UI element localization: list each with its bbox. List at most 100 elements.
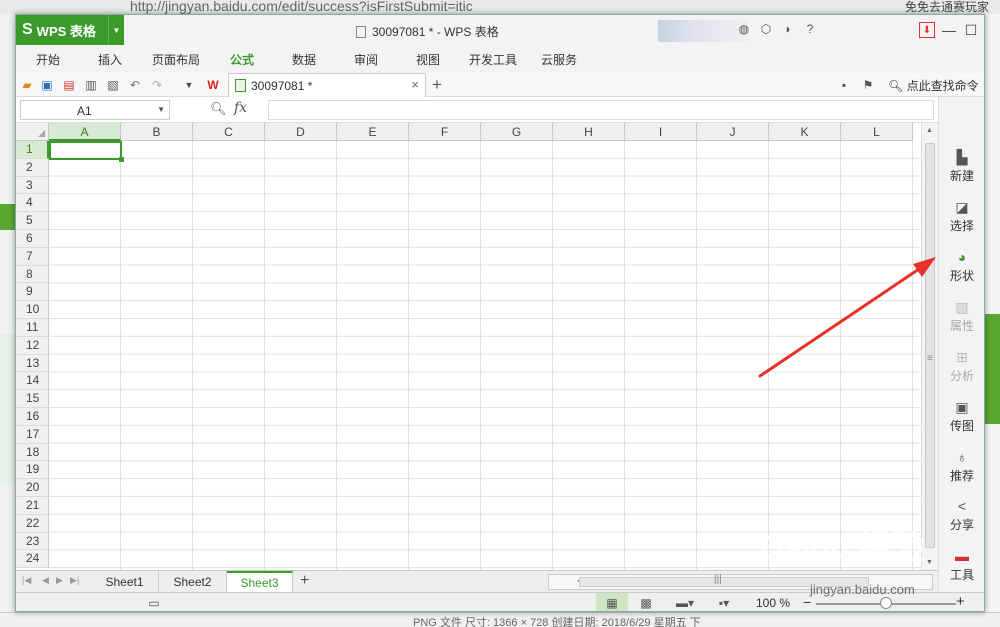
prev-sheet-icon[interactable]: ◀: [42, 575, 49, 586]
print-preview-icon[interactable]: ▧: [105, 77, 121, 93]
vertical-scrollbar[interactable]: ▲ ≡ ▼: [921, 123, 938, 570]
menu-page-layout[interactable]: 页面布局: [152, 51, 200, 68]
find-command-button[interactable]: 🔍︎ 点此查找命令: [888, 77, 979, 94]
row-header-9[interactable]: 9: [16, 283, 49, 302]
panel-image-upload[interactable]: ▣ 传图: [939, 399, 984, 434]
sheet-tab-2[interactable]: Sheet2: [159, 571, 227, 593]
close-tab-icon[interactable]: ×: [411, 77, 419, 92]
column-header-i[interactable]: I: [625, 123, 697, 141]
row-header-6[interactable]: 6: [16, 230, 49, 248]
row-header-23[interactable]: 23: [16, 532, 49, 551]
vertical-scroll-thumb[interactable]: [925, 143, 935, 548]
close-button[interactable]: ✕: [982, 19, 984, 41]
reading-mode-icon[interactable]: ▬▾: [676, 596, 694, 610]
column-header-a[interactable]: A: [49, 123, 121, 141]
menu-data[interactable]: 数据: [292, 51, 316, 68]
row-header-2[interactable]: 2: [16, 158, 49, 177]
panel-tools[interactable]: ▬ 工具: [939, 548, 984, 583]
page-break-view-icon[interactable]: ▩: [638, 596, 654, 610]
select-all-corner[interactable]: [16, 123, 49, 141]
download-icon[interactable]: ⬇: [916, 19, 938, 41]
row-header-24[interactable]: 24: [16, 550, 49, 569]
undo-icon[interactable]: ↶: [127, 77, 143, 93]
new-tab-button[interactable]: +: [432, 75, 442, 95]
skin-icon[interactable]: ◍: [736, 21, 752, 37]
row-header-4[interactable]: 4: [16, 194, 49, 213]
column-header-c[interactable]: C: [193, 123, 265, 141]
first-sheet-icon[interactable]: |◀: [22, 575, 31, 586]
column-header-f[interactable]: F: [409, 123, 481, 141]
panel-select[interactable]: ◪ 选择: [939, 199, 984, 234]
row-header-10[interactable]: 10: [16, 301, 49, 319]
eye-protection-icon[interactable]: ▪▾: [716, 596, 732, 610]
row-header-22[interactable]: 22: [16, 514, 49, 533]
maximize-button[interactable]: ☐: [960, 19, 982, 41]
open-icon[interactable]: ▰: [19, 77, 35, 93]
row-header-15[interactable]: 15: [16, 390, 49, 408]
row-header-5[interactable]: 5: [16, 212, 49, 230]
column-header-g[interactable]: G: [481, 123, 553, 141]
next-sheet-icon[interactable]: ▶: [56, 575, 63, 586]
document-tab[interactable]: 30097081 * ×: [228, 73, 426, 97]
row-header-3[interactable]: 3: [16, 176, 49, 195]
row-header-17[interactable]: 17: [16, 425, 49, 444]
flag-icon[interactable]: ⚑: [860, 77, 876, 93]
print-icon[interactable]: ▥: [83, 77, 99, 93]
sheet-tab-3[interactable]: Sheet3: [227, 571, 293, 593]
wps-app-menu-button[interactable]: S WPS 表格 ▼: [16, 15, 124, 45]
export-pdf-icon[interactable]: ▤: [61, 77, 77, 93]
row-header-16[interactable]: 16: [16, 408, 49, 426]
menu-home[interactable]: 开始: [36, 51, 60, 68]
macro-icon[interactable]: ▭: [146, 596, 162, 610]
comment-icon[interactable]: ▪: [836, 77, 852, 93]
column-header-k[interactable]: K: [769, 123, 841, 141]
zoom-formula-icon[interactable]: 🔍︎: [210, 101, 227, 117]
column-header-e[interactable]: E: [337, 123, 409, 141]
row-header-1[interactable]: 1: [16, 141, 49, 159]
row-header-20[interactable]: 20: [16, 479, 49, 497]
gift-icon[interactable]: ⬡: [758, 21, 774, 37]
row-header-8[interactable]: 8: [16, 265, 49, 284]
panel-shape[interactable]: ◕ 形状: [939, 249, 984, 284]
formula-input[interactable]: [268, 100, 934, 120]
scroll-up-icon[interactable]: ▲: [926, 127, 933, 134]
last-sheet-icon[interactable]: ▶|: [70, 575, 79, 586]
panel-recommend[interactable]: ♁ 推荐: [939, 449, 984, 484]
column-header-l[interactable]: L: [841, 123, 913, 141]
column-header-j[interactable]: J: [697, 123, 769, 141]
redo-icon[interactable]: ↷: [149, 77, 165, 93]
name-box[interactable]: A1 ▼: [20, 100, 170, 120]
panel-properties[interactable]: ▧ 属性: [939, 299, 984, 334]
zoom-slider-handle[interactable]: [880, 597, 892, 609]
column-header-d[interactable]: D: [265, 123, 337, 141]
row-header-18[interactable]: 18: [16, 443, 49, 462]
zoom-level[interactable]: 100 %: [756, 596, 790, 610]
menu-view[interactable]: 视图: [416, 51, 440, 68]
sheet-tab-1[interactable]: Sheet1: [91, 571, 159, 593]
chevron-down-icon[interactable]: ▼: [157, 105, 165, 114]
menu-formulas[interactable]: 公式: [230, 51, 254, 68]
panel-analysis[interactable]: ⊞ 分析: [939, 349, 984, 384]
row-header-21[interactable]: 21: [16, 497, 49, 515]
add-sheet-button[interactable]: +: [300, 572, 309, 590]
menu-insert[interactable]: 插入: [98, 51, 122, 68]
customize-toolbar-icon[interactable]: ▼: [181, 77, 197, 93]
chevron-down-icon[interactable]: ▼: [108, 15, 124, 45]
active-cell[interactable]: [49, 141, 124, 162]
help-icon[interactable]: ?: [802, 21, 818, 37]
row-header-14[interactable]: 14: [16, 372, 49, 391]
plugin-icon[interactable]: ◗: [780, 21, 796, 37]
menu-review[interactable]: 审阅: [354, 51, 378, 68]
cell-area[interactable]: [49, 141, 921, 570]
column-header-b[interactable]: B: [121, 123, 193, 141]
row-header-13[interactable]: 13: [16, 354, 49, 373]
minimize-button[interactable]: —: [938, 19, 960, 41]
column-header-h[interactable]: H: [553, 123, 625, 141]
panel-share[interactable]: < 分享: [939, 498, 984, 533]
row-header-11[interactable]: 11: [16, 319, 49, 337]
scroll-down-icon[interactable]: ▼: [926, 559, 933, 566]
panel-new[interactable]: ▙ 新建: [939, 149, 984, 184]
row-header-7[interactable]: 7: [16, 247, 49, 266]
zoom-in-button[interactable]: +: [956, 593, 965, 610]
menu-developer[interactable]: 开发工具: [469, 51, 517, 68]
